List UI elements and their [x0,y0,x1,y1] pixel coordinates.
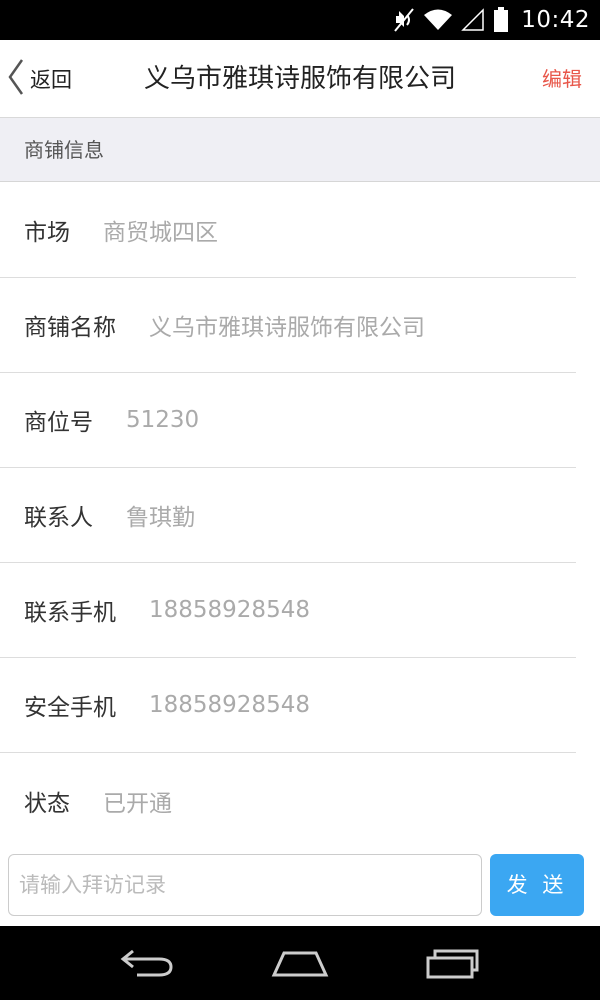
info-row-shop-name: 商铺名称 义乌市雅琪诗服饰有限公司 [0,278,576,373]
back-nav-icon[interactable] [107,933,187,993]
info-label: 安全手机 [24,695,116,721]
visit-input-bar: 发 送 [0,848,600,926]
info-value: 18858928548 [149,692,310,718]
info-value: 已开通 [103,790,172,817]
visit-record-input[interactable] [8,854,482,916]
back-label: 返回 [30,68,72,92]
info-label: 市场 [24,220,70,246]
info-value: 义乌市雅琪诗服饰有限公司 [149,315,425,341]
system-nav-bar [0,926,600,1000]
header-bar: 返回 义乌市雅琪诗服饰有限公司 编辑 [0,40,600,118]
info-row-security-phone: 安全手机 18858928548 [0,658,576,753]
mute-icon [393,7,415,33]
info-value: 18858928548 [149,597,310,623]
back-button[interactable]: 返回 [6,40,72,118]
info-label: 联系人 [24,505,93,531]
battery-icon [493,7,509,33]
info-label: 状态 [24,790,70,817]
status-time: 10:42 [521,7,590,33]
info-label: 商位号 [24,410,93,436]
info-row-booth-number: 商位号 51230 [0,373,576,468]
info-label: 联系手机 [24,600,116,626]
info-value: 51230 [126,407,200,433]
info-row-status: 状态 已开通 [0,753,576,848]
info-label: 商铺名称 [24,315,116,341]
info-row-contact-phone: 联系手机 18858928548 [0,563,576,658]
info-row-contact: 联系人 鲁琪勤 [0,468,576,563]
send-button[interactable]: 发 送 [490,854,584,916]
info-row-market: 市场 商贸城四区 [0,183,576,278]
info-value: 鲁琪勤 [126,505,195,531]
recents-nav-icon[interactable] [413,933,493,993]
section-header: 商铺信息 [0,118,600,182]
home-nav-icon[interactable] [260,933,340,993]
wifi-icon [423,8,453,32]
status-icons: 10:42 [393,0,590,40]
chevron-left-icon [6,57,26,101]
section-title: 商铺信息 [24,138,104,162]
edit-button[interactable]: 编辑 [542,40,582,118]
shop-info-list: 市场 商贸城四区 商铺名称 义乌市雅琪诗服饰有限公司 商位号 51230 联系人… [0,183,600,848]
status-bar: 10:42 [0,0,600,40]
info-value: 商贸城四区 [103,220,218,246]
page-title: 义乌市雅琪诗服饰有限公司 [143,64,456,94]
signal-icon [461,8,485,32]
